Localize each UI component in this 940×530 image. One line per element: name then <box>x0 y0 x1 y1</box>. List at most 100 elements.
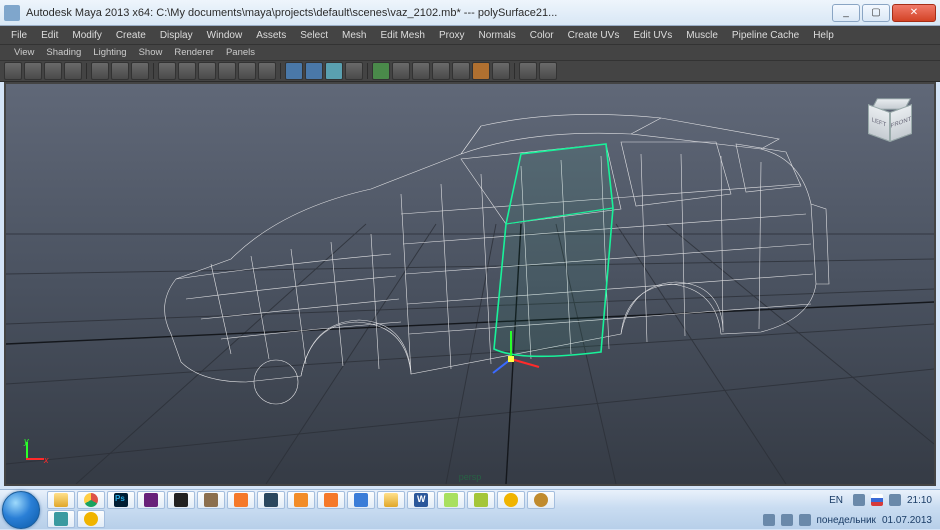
menu-display[interactable]: Display <box>153 28 200 43</box>
menu-edit-uvs[interactable]: Edit UVs <box>626 28 679 43</box>
viewcube-left[interactable]: LEFT <box>868 104 890 142</box>
shelf-button[interactable] <box>325 62 343 80</box>
panel-shading[interactable]: Shading <box>40 46 87 59</box>
menu-help[interactable]: Help <box>806 28 841 43</box>
menu-proxy[interactable]: Proxy <box>432 28 472 43</box>
taskbar-visualstudio[interactable] <box>137 491 165 509</box>
menu-mesh[interactable]: Mesh <box>335 28 373 43</box>
shelf-button[interactable] <box>238 62 256 80</box>
shelf-button[interactable] <box>519 62 537 80</box>
tray-icon[interactable] <box>853 494 865 506</box>
titlebar: Autodesk Maya 2013 x64: C:\My documents\… <box>0 0 940 26</box>
toolbar-divider <box>514 63 515 79</box>
maya-icon <box>54 512 68 526</box>
close-button[interactable]: ✕ <box>892 4 936 22</box>
viewcube[interactable]: LEFT FRONT <box>866 94 920 148</box>
taskbar-app[interactable] <box>497 491 525 509</box>
menu-normals[interactable]: Normals <box>472 28 523 43</box>
language-indicator[interactable]: EN <box>825 494 847 507</box>
app-icon <box>4 5 20 21</box>
menu-edit[interactable]: Edit <box>34 28 65 43</box>
panel-view[interactable]: View <box>8 46 40 59</box>
panel-show[interactable]: Show <box>133 46 169 59</box>
taskbar-unity[interactable] <box>167 491 195 509</box>
taskbar-chrome[interactable] <box>77 491 105 509</box>
shelf-button[interactable] <box>178 62 196 80</box>
taskbar-app[interactable] <box>347 491 375 509</box>
menu-muscle[interactable]: Muscle <box>679 28 725 43</box>
axis-y-label: y <box>24 436 29 446</box>
shelf-button[interactable] <box>111 62 129 80</box>
menu-pipeline-cache[interactable]: Pipeline Cache <box>725 28 806 43</box>
taskbar-blender[interactable] <box>227 491 255 509</box>
panel-lighting[interactable]: Lighting <box>87 46 132 59</box>
shelf-button[interactable] <box>258 62 276 80</box>
taskbar-steam[interactable] <box>257 491 285 509</box>
toolbar-divider <box>280 63 281 79</box>
taskbar-word[interactable] <box>407 491 435 509</box>
shelf-button[interactable] <box>24 62 42 80</box>
menu-file[interactable]: File <box>4 28 34 43</box>
shelf-button[interactable] <box>158 62 176 80</box>
taskbar-photoshop[interactable] <box>107 491 135 509</box>
start-button[interactable] <box>2 491 40 529</box>
menu-window[interactable]: Window <box>200 28 250 43</box>
shelf-button[interactable] <box>539 62 557 80</box>
tray-flag-icon[interactable] <box>871 494 883 506</box>
menu-edit-mesh[interactable]: Edit Mesh <box>373 28 431 43</box>
shelf-button[interactable] <box>218 62 236 80</box>
shelf-button[interactable] <box>4 62 22 80</box>
taskbar-vlc[interactable] <box>287 491 315 509</box>
taskbar-maya[interactable] <box>47 510 75 528</box>
3d-viewport[interactable]: y x LEFT FRONT persp <box>6 84 934 484</box>
tray-volume-icon[interactable] <box>799 514 811 526</box>
taskbar-android[interactable] <box>467 491 495 509</box>
shelf-button[interactable] <box>472 62 490 80</box>
menu-create-uvs[interactable]: Create UVs <box>561 28 627 43</box>
taskbar-app[interactable] <box>527 491 555 509</box>
menu-select[interactable]: Select <box>293 28 335 43</box>
taskbar-gimp[interactable] <box>197 491 225 509</box>
menu-create[interactable]: Create <box>109 28 153 43</box>
taskbar-notepad[interactable] <box>437 491 465 509</box>
taskbar-app[interactable] <box>377 491 405 509</box>
shelf-button[interactable] <box>91 62 109 80</box>
shelf-button[interactable] <box>412 62 430 80</box>
panel-renderer[interactable]: Renderer <box>168 46 220 59</box>
shelf-button[interactable] <box>305 62 323 80</box>
menu-color[interactable]: Color <box>523 28 561 43</box>
shelf-button[interactable] <box>198 62 216 80</box>
chrome-icon <box>84 493 98 507</box>
notepad-icon <box>444 493 458 507</box>
system-tray: EN 21:10 понедельник 01.07.2013 <box>757 490 939 530</box>
main-menubar: File Edit Modify Create Display Window A… <box>0 26 940 44</box>
taskbar-explorer[interactable] <box>47 491 75 509</box>
taskbar-app[interactable] <box>317 491 345 509</box>
shelf-button[interactable] <box>131 62 149 80</box>
tray-network-icon[interactable] <box>781 514 793 526</box>
menu-assets[interactable]: Assets <box>249 28 293 43</box>
viewport-container: y x LEFT FRONT persp <box>4 82 936 486</box>
shelf-button[interactable] <box>44 62 62 80</box>
shelf-button[interactable] <box>392 62 410 80</box>
tray-icon[interactable] <box>763 514 775 526</box>
shelf-button[interactable] <box>285 62 303 80</box>
shelf-button[interactable] <box>492 62 510 80</box>
panel-panels[interactable]: Panels <box>220 46 261 59</box>
shelf-button[interactable] <box>452 62 470 80</box>
clock-day: понедельник <box>817 515 876 526</box>
shelf-button[interactable] <box>432 62 450 80</box>
vlc-icon <box>294 493 308 507</box>
viewcube-front[interactable]: FRONT <box>890 104 912 142</box>
toolbar-divider <box>86 63 87 79</box>
clock-time[interactable]: 21:10 <box>907 495 932 506</box>
maximize-button[interactable]: ▢ <box>862 4 890 22</box>
shelf-button[interactable] <box>372 62 390 80</box>
minimize-button[interactable]: _ <box>832 4 860 22</box>
tray-chevron-icon[interactable] <box>889 494 901 506</box>
taskbar-app[interactable] <box>77 510 105 528</box>
clock-date[interactable]: 01.07.2013 <box>882 515 932 526</box>
menu-modify[interactable]: Modify <box>65 28 108 43</box>
shelf-button[interactable] <box>64 62 82 80</box>
shelf-button[interactable] <box>345 62 363 80</box>
